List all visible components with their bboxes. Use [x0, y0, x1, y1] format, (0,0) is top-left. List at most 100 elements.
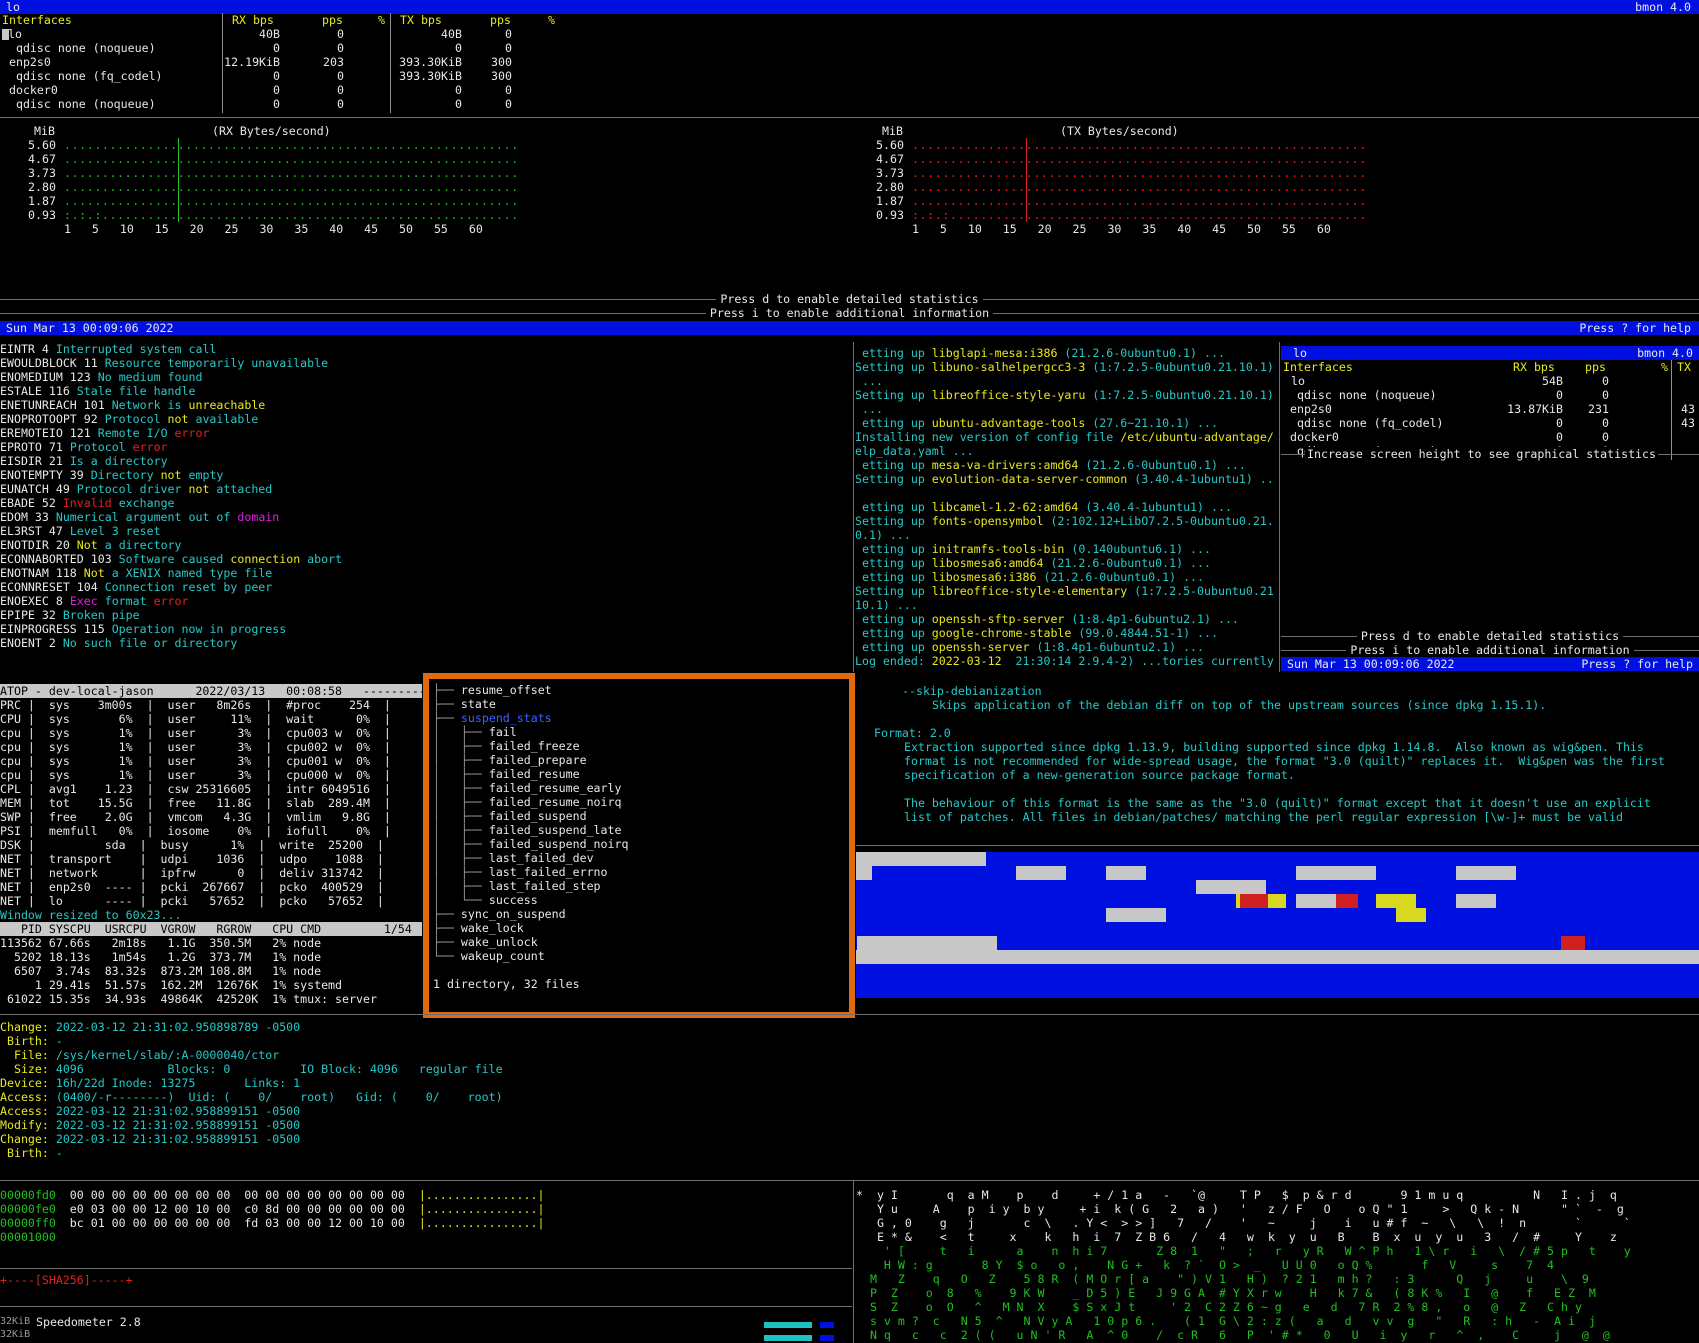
bmon-row[interactable]: qdisc none (noqueue) 0 0 0 0 [0, 41, 1699, 55]
bmon-row[interactable]: qdisc none (noqueue) 0 0 0 0 [0, 97, 1699, 111]
errno-line: EBADE 52 Invalid exchange [0, 496, 850, 510]
tree-item: │ ├── failed_suspend_late [433, 823, 849, 837]
speed-unit-1: 32KiB [0, 1316, 31, 1327]
small-row-tx: 43 [1681, 402, 1695, 416]
stat-key: Change: [0, 1020, 56, 1034]
apt-log-line: etting up initramfs-tools-bin (0.140ubun… [855, 542, 1277, 556]
stat-output-pane: Change: 2022-03-12 21:31:02.950898789 -0… [0, 1020, 854, 1160]
bmon-row[interactable]: enp2s0 12.19KiB 203 393.30KiB 300 [0, 55, 1699, 69]
stat-val: - [55, 1034, 63, 1048]
bmon-row-rxpps: 0 [337, 83, 344, 97]
bmon-row-txpps: 300 [491, 69, 512, 83]
apt-verb: etting up [855, 626, 932, 640]
stat-line: Access: 2022-03-12 21:31:02.958899151 -0… [0, 1104, 854, 1118]
graph-ytick: 0.93 [28, 208, 56, 222]
graph-dots: :.:.:...................................… [64, 208, 519, 222]
bmon-small-title: lo bmon 4.0 [1281, 346, 1699, 360]
speed-tx-bar [820, 1322, 834, 1328]
stat-key: Birth: [0, 1034, 56, 1048]
man-text: specification of a new-generation source… [904, 768, 1295, 782]
stat-line: Change: 2022-03-12 21:31:02.958899151 -0… [0, 1132, 854, 1146]
apt-ver: (1:7.2.5-0ubuntu0.21.10.1) [1085, 388, 1274, 402]
apt-pkg: openssh-sftp-server [931, 612, 1065, 626]
bmon-row-rxbps: 0 [273, 97, 280, 111]
graph-dots: ........................................… [912, 138, 1367, 152]
art-block [1456, 866, 1516, 880]
tree-branch: │ ├── [433, 879, 489, 893]
apt-verb: Setting up [855, 514, 932, 528]
bmon-small-help[interactable]: Press ? for help [1581, 657, 1693, 671]
rx-pct-header: % [378, 13, 385, 27]
errno-code: EWOULDBLOCK 11 [0, 356, 105, 370]
bmon-row-rxpps: 0 [337, 69, 344, 83]
stat-val: 4096 Blocks: 0 IO Block: 4096 regular fi… [55, 1062, 503, 1076]
apt-ver: (2:102.12+LibO7.2.5-0ubuntu0.21. [1043, 514, 1274, 528]
tree-branch: ├── [433, 683, 461, 697]
tree-item: │ ├── failed_prepare [433, 753, 849, 767]
bmon-small-row: lo 54B 0 [1281, 374, 1699, 388]
tree-item-name: wake_unlock [460, 935, 538, 949]
tree-branch: │ ├── [433, 809, 489, 823]
graph-dots: :.:.:...................................… [912, 208, 1367, 222]
errno-code: EUNATCH 49 [0, 482, 77, 496]
bmon-row[interactable]: qdisc none (fq_codel) 0 0 393.30KiB 300 [0, 69, 1699, 83]
matrix-line: H W : g 8 Y $ o o , N G + k ? ` O > _ U … [856, 1258, 1555, 1272]
bmon-row-name: lo [8, 27, 22, 41]
errno-desc: Stale file handle [76, 384, 196, 398]
errno-code: ENETUNREACH 101 [0, 398, 112, 412]
tree-branch: │ ├── [433, 739, 489, 753]
hex-offset: 00000fd0 [0, 1188, 56, 1202]
bmon-row-txpps: 0 [505, 83, 512, 97]
errno-line: EPROTO 71 Protocol error [0, 440, 850, 454]
tree-item: ├── state [433, 697, 849, 711]
errno-desc: Is a directory [69, 454, 168, 468]
apt-log-line: etting up ubuntu-advantage-tools (27.6~2… [855, 416, 1277, 430]
apt-ver: (21.2.6-0ubuntu0.1) ... [1057, 346, 1225, 360]
errno-line: ENETUNREACH 101 Network is unreachable [0, 398, 850, 412]
graph-dots: ........................................… [64, 194, 519, 208]
stat-val: 16h/22d Inode: 13275 Links: 1 [55, 1076, 301, 1090]
apt-pkg: google-chrome-stable [931, 626, 1072, 640]
tree-item-name: wakeup_count [460, 949, 545, 963]
atop-resize-msg: Window resized to 60x23... [0, 908, 182, 922]
tree-item-name: failed_resume_early [488, 781, 622, 795]
tree-item: │ ├── failed_resume [433, 767, 849, 781]
errno-line: ESTALE 116 Stale file handle [0, 384, 850, 398]
apt-verb: etting up [855, 556, 932, 570]
apt-ver: 21:30:14 2.9.4-2) ...tories currently [1001, 654, 1274, 668]
errno-list-pane: EINTR 4 Interrupted system call EWOULDBLO… [0, 342, 850, 672]
tree-item: │ ├── last_failed_step [433, 879, 849, 893]
man-format: Format: 2.0 [874, 726, 951, 740]
apt-verb: Installing new version of config file [855, 430, 1121, 444]
tree-item-name: failed_suspend_late [488, 823, 622, 837]
errno-desc: Level 3 reset [69, 524, 161, 538]
atop-row: PSI | memfull 0% | iosome 0% | iofull 0%… [0, 824, 391, 838]
bmon-interface-table: Interfaces RX bps pps% TX bps pps% lo 40B 0 40B 0… [0, 13, 1699, 113]
bmon-row-rxbps: 0 [273, 69, 280, 83]
bmon-row-rxbps: 0 [273, 83, 280, 97]
bmon-help-hint[interactable]: Press ? for help [1579, 321, 1691, 335]
apt-ver: (21.2.6-0ubuntu0.1) ... [1078, 458, 1246, 472]
bmon-row[interactable]: docker0 0 0 0 0 [0, 83, 1699, 97]
graph-ytick: 3.73 [876, 166, 904, 180]
errno-desc: Connection reset by peer [104, 580, 273, 594]
errno-code: EREMOTEIO 121 [0, 426, 98, 440]
small-row-rxbps: 54B [1542, 374, 1563, 388]
apt-log-line: elp_data.yaml ... [855, 444, 1277, 458]
apt-ver: (3.40.4-1ubuntu1) .. [1127, 472, 1274, 486]
stat-val: /sys/kernel/slab/:A-0000040/ctor [55, 1048, 280, 1062]
errno-desc: Directory not empty [90, 468, 224, 482]
atop-row: cpu | sys 1% | user 3% | cpu001 w 0% | [0, 754, 391, 768]
rx-graph: MiB (RX Bytes/second) 5.60................… [0, 124, 760, 244]
stat-key: File: [0, 1048, 56, 1062]
atop-row: NET | enp2s0 ---- | pcki 267667 | pcko 4… [0, 880, 384, 894]
bmon-small-row: enp2s0 13.87KiB 231 43 [1281, 402, 1699, 416]
errno-desc: Exec format error [69, 594, 189, 608]
atop-row: CPU | sys 6% | user 11% | wait 0% | [0, 712, 391, 726]
stat-key: Device: [0, 1076, 56, 1090]
bmon-row[interactable]: lo 40B 0 40B 0 [0, 27, 1699, 41]
matrix-line: S Z o O ^ M N X $ S x J t ' 2 C 2 Z 6 ~ … [856, 1300, 1582, 1314]
errno-desc: Protocol error [69, 440, 168, 454]
apt-verb: Setting up [855, 360, 932, 374]
errno-line: ECONNRESET 104 Connection reset by peer [0, 580, 850, 594]
